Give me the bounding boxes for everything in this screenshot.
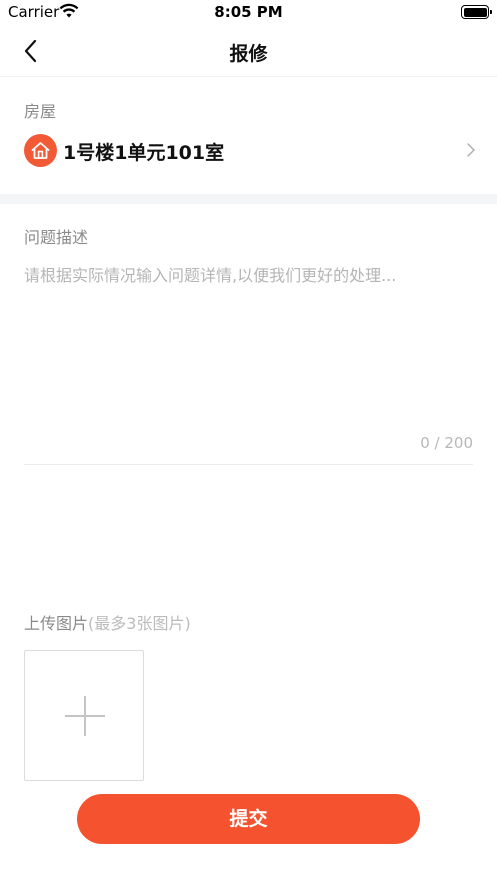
plus-icon-vertical xyxy=(84,696,86,736)
upload-label-text: 上传图片 xyxy=(24,614,89,633)
char-counter: 0 / 200 xyxy=(420,434,473,452)
description-textarea[interactable] xyxy=(24,264,473,414)
house-section-label: 房屋 xyxy=(24,102,57,121)
status-bar: Carrier 8:05 PM xyxy=(0,0,497,26)
upload-hint: (最多3张图片) xyxy=(88,614,191,633)
description-label: 问题描述 xyxy=(24,228,89,247)
repair-screen: Carrier 8:05 PM 报修 房屋 1号楼1单元101室 问题描述 请根… xyxy=(0,0,497,883)
battery-icon xyxy=(461,5,492,19)
status-time: 8:05 PM xyxy=(214,3,283,21)
description-underline xyxy=(24,464,473,465)
nav-bar: 报修 xyxy=(0,26,497,77)
section-divider xyxy=(0,194,497,204)
upload-label: 上传图片(最多3张图片) xyxy=(24,610,191,634)
chevron-right-icon xyxy=(467,143,475,157)
house-selector[interactable]: 1号楼1单元101室 xyxy=(24,132,478,170)
add-image-button[interactable] xyxy=(24,650,144,781)
submit-button[interactable]: 提交 xyxy=(77,794,420,844)
page-title: 报修 xyxy=(229,43,268,65)
house-icon xyxy=(24,134,57,167)
house-name: 1号楼1单元101室 xyxy=(63,142,225,164)
